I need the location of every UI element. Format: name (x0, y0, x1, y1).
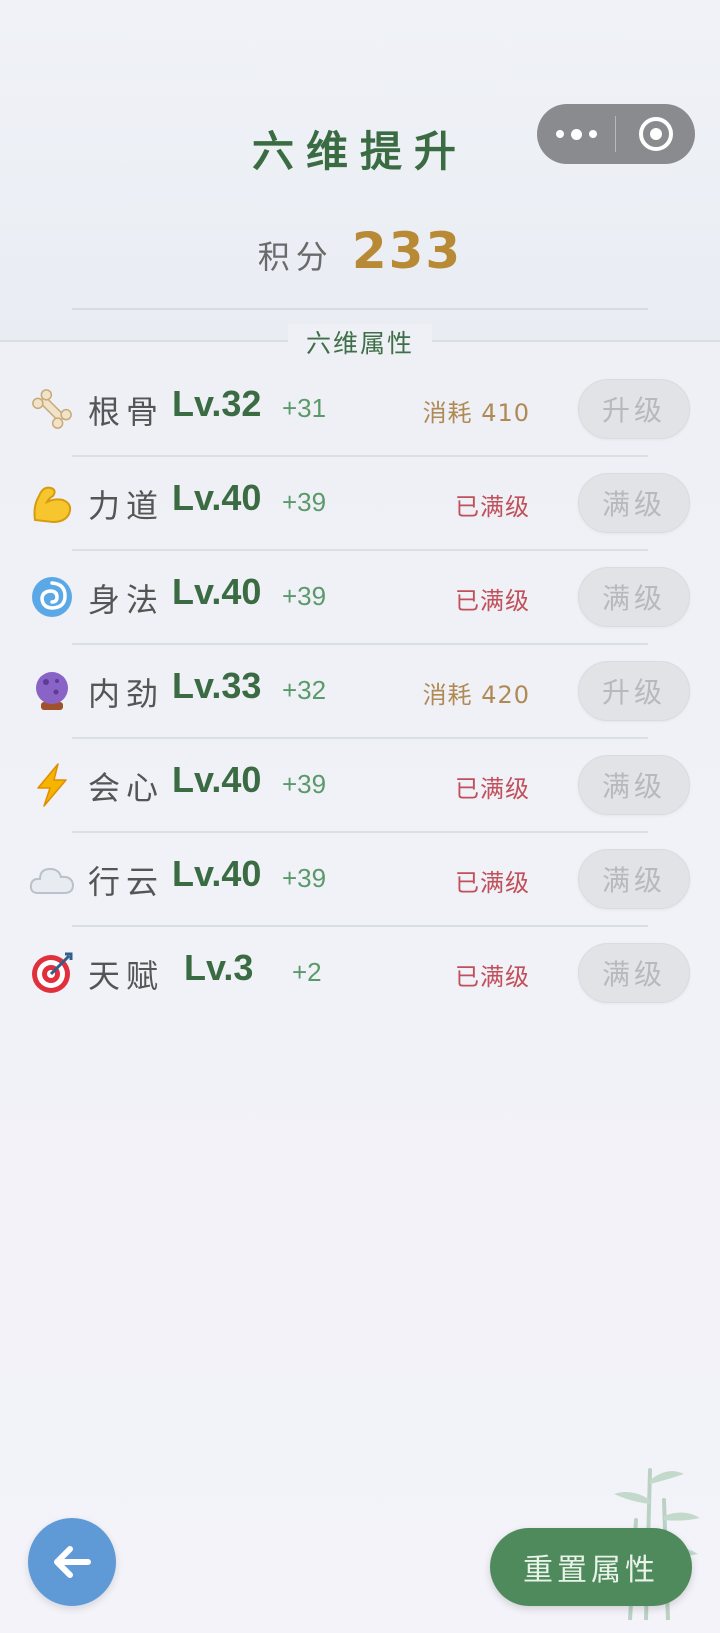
section-title: 六维属性 (288, 324, 432, 360)
attribute-bonus: +39 (282, 863, 327, 893)
upgrade-button[interactable]: 满级 (578, 943, 690, 1003)
attribute-level: Lv.33 (172, 665, 262, 706)
attribute-row: 会心 Lv.40 +39 已满级 满级 (0, 739, 720, 833)
attribute-row: 内劲 Lv.33 +32 消耗 420 升级 (0, 645, 720, 739)
upgrade-button[interactable]: 升级 (578, 379, 690, 439)
attribute-status: 已满级 (455, 963, 530, 991)
upgrade-button[interactable]: 满级 (578, 755, 690, 815)
attribute-row: 行云 Lv.40 +39 已满级 满级 (0, 833, 720, 927)
upgrade-button[interactable]: 升级 (578, 661, 690, 721)
crystal-ball-icon (28, 667, 76, 715)
attribute-status: 消耗 420 (422, 681, 530, 709)
attribute-bonus: +2 (292, 957, 322, 987)
attribute-name: 身法 (88, 581, 165, 619)
points-label: 积分 (257, 238, 334, 276)
attribute-name: 根骨 (88, 393, 165, 431)
attribute-name: 行云 (88, 863, 165, 901)
attribute-status: 已满级 (455, 869, 530, 897)
target-circle-icon (638, 117, 673, 151)
upgrade-button[interactable]: 满级 (578, 473, 690, 533)
attribute-level: Lv.40 (172, 853, 262, 894)
attribute-bonus: +31 (282, 393, 327, 423)
attribute-bonus: +39 (282, 769, 327, 799)
attribute-bonus: +39 (282, 581, 327, 611)
attribute-row: 根骨 Lv.32 +31 消耗 410 升级 (0, 363, 720, 457)
lightning-icon (28, 761, 76, 809)
attribute-level: Lv.40 (172, 759, 262, 800)
flexed-biceps-icon (28, 479, 76, 527)
attribute-row: 天赋 Lv.3 +2 已满级 满级 (0, 927, 720, 1021)
points-display: 积分 233 (0, 222, 720, 280)
attribute-bonus: +32 (282, 675, 327, 705)
attribute-name: 内劲 (88, 675, 165, 713)
target-icon (28, 949, 76, 997)
attribute-name: 天赋 (88, 957, 165, 995)
attribute-level: Lv.32 (172, 383, 262, 424)
attribute-row: 身法 Lv.40 +39 已满级 满级 (0, 551, 720, 645)
back-button[interactable] (28, 1518, 116, 1606)
miniprogram-capsule (537, 104, 695, 164)
attribute-name: 力道 (88, 487, 165, 525)
close-miniprogram-button[interactable] (616, 104, 695, 164)
cyclone-icon (28, 573, 76, 621)
more-options-button[interactable] (537, 104, 615, 164)
reset-attributes-button[interactable]: 重置属性 (490, 1528, 692, 1606)
attribute-row: 力道 Lv.40 +39 已满级 满级 (0, 457, 720, 551)
attribute-level: Lv.40 (172, 571, 262, 612)
attribute-status: 已满级 (455, 493, 530, 521)
attribute-level: Lv.40 (172, 477, 262, 518)
attribute-status: 消耗 410 (422, 399, 530, 427)
attribute-level: Lv.3 (184, 947, 254, 988)
attribute-status: 已满级 (455, 587, 530, 615)
header-divider (72, 308, 648, 310)
attribute-name: 会心 (88, 769, 165, 807)
attribute-status: 已满级 (455, 775, 530, 803)
attribute-bonus: +39 (282, 487, 327, 517)
arrow-left-icon (54, 1546, 91, 1578)
bone-icon (28, 385, 76, 433)
points-value: 233 (351, 222, 463, 280)
upgrade-button[interactable]: 满级 (578, 567, 690, 627)
attribute-list: 根骨 Lv.32 +31 消耗 410 升级 力道 Lv.40 +39 已满级 满级 身法 Lv.40… (0, 363, 720, 1021)
upgrade-button[interactable]: 满级 (578, 849, 690, 909)
cloud-icon (28, 855, 76, 903)
